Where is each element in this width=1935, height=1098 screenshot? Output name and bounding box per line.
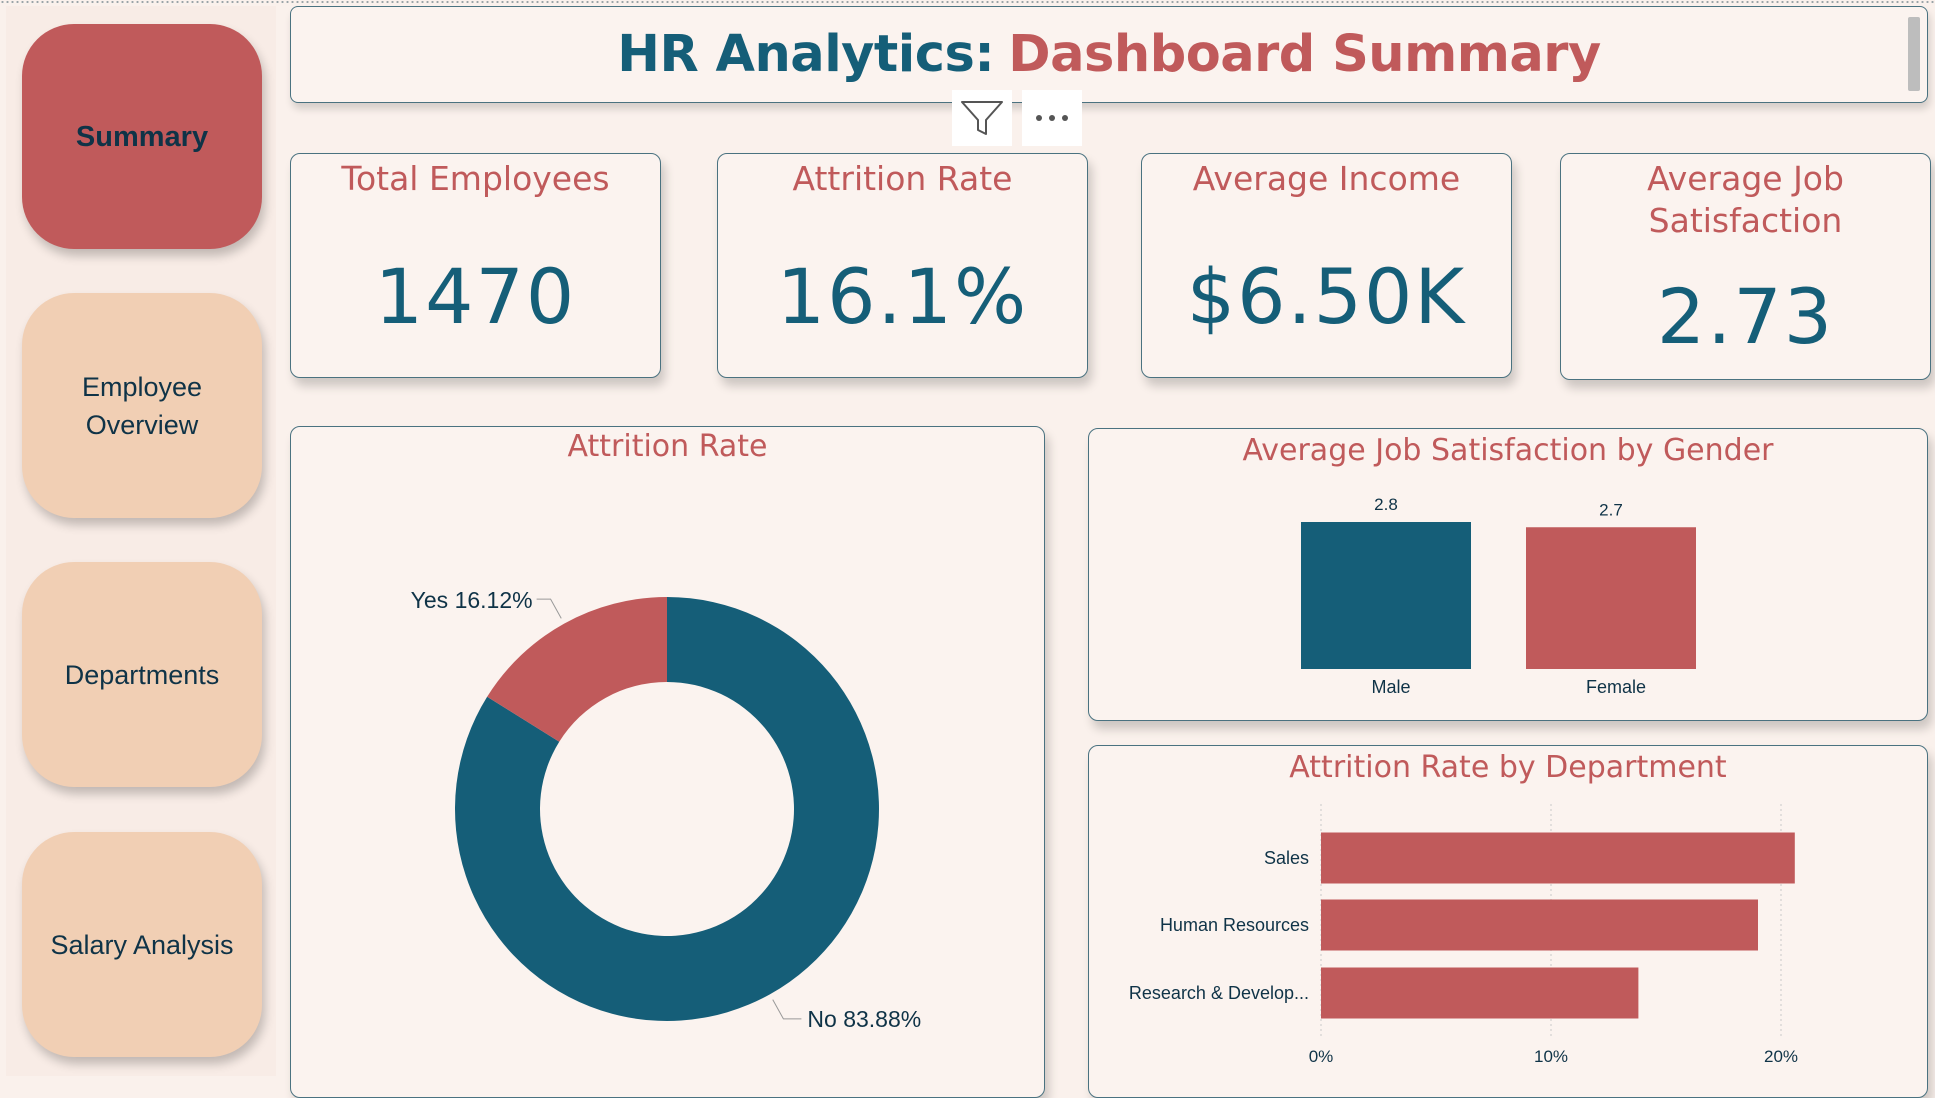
- page-title-main: Dashboard Summary: [1008, 25, 1601, 84]
- nav-button-summary[interactable]: Summary: [22, 24, 262, 249]
- top-dotted-border: [0, 0, 1935, 4]
- department-attrition-panel: Attrition Rate by Department 0% 10% 20% Sal…: [1088, 745, 1928, 1098]
- chart-title: Attrition Rate by Department: [1289, 750, 1727, 785]
- kpi-value: $6.50K: [1186, 252, 1467, 341]
- nav-label: Departments: [64, 659, 220, 690]
- more-options-button[interactable]: [1022, 90, 1082, 146]
- kpi-title: Average Job Satisfaction: [1647, 159, 1844, 240]
- nav-button-salary-analysis[interactable]: Salary Analysis: [22, 832, 262, 1057]
- gender-bar-chart: 2.8 Male 2.7 Female: [1301, 495, 1696, 697]
- visual-header-toolbar: [952, 90, 1082, 146]
- dept-xtick-label: 0%: [1309, 1047, 1334, 1066]
- donut-chart: Yes 16.12% No 83.88%: [411, 587, 922, 1032]
- gender-category-label: Female: [1586, 677, 1646, 697]
- nav-label: Salary Analysis: [50, 929, 234, 960]
- department-bar-chart: 0% 10% 20% Sales Human Resources Research & D…: [1129, 804, 1798, 1066]
- kpi-card-attrition-rate: Attrition Rate 16.1%: [717, 153, 1088, 378]
- kpi-title: Average Income: [1192, 159, 1461, 198]
- nav-button-departments[interactable]: Departments: [22, 562, 262, 787]
- kpi-value: 1470: [374, 252, 577, 341]
- dept-xtick-label: 10%: [1534, 1047, 1568, 1066]
- kpi-value: 2.73: [1656, 272, 1835, 361]
- sidebar: Summary Employee Overview Departments Sa…: [6, 6, 276, 1076]
- attrition-donut-panel: Attrition Rate Yes 16.12% No 83.88%: [290, 426, 1045, 1098]
- dept-xtick-label: 20%: [1764, 1047, 1798, 1066]
- dept-category-label: Sales: [1264, 848, 1309, 868]
- more-options-icon: [1036, 115, 1068, 121]
- chart-title: Average Job Satisfaction by Gender: [1242, 433, 1774, 468]
- donut-label-yes: Yes 16.12%: [411, 587, 533, 613]
- gender-satisfaction-panel: Average Job Satisfaction by Gender 2.8 Ma…: [1088, 428, 1928, 721]
- gender-bar-female: [1526, 527, 1696, 669]
- kpi-card-average-income: Average Income $6.50K: [1141, 153, 1512, 378]
- filter-button[interactable]: [952, 90, 1012, 146]
- dept-bar: [1321, 832, 1795, 884]
- nav-label: Summary: [75, 120, 209, 153]
- filter-icon: [961, 101, 1003, 135]
- donut-leader-yes: [536, 598, 562, 619]
- gender-bar-value-label: 2.7: [1599, 500, 1623, 519]
- kpi-card-average-job-satisfaction: Average Job Satisfaction 2.73: [1560, 153, 1931, 380]
- nav-button-employee-overview[interactable]: Employee Overview: [22, 293, 262, 518]
- kpi-title: Total Employees: [341, 159, 610, 198]
- page-title-prefix: HR Analytics:: [617, 25, 995, 84]
- nav-label: Employee Overview: [81, 371, 203, 440]
- scrollbar-thumb[interactable]: [1908, 17, 1920, 91]
- dept-bar: [1321, 967, 1639, 1019]
- donut-leader-no: [772, 999, 802, 1020]
- dept-category-label: Human Resources: [1160, 915, 1309, 935]
- kpi-title: Attrition Rate: [792, 159, 1013, 198]
- page-title-bar: HR Analytics: Dashboard Summary: [290, 6, 1928, 103]
- donut-label-no: No 83.88%: [807, 1006, 921, 1032]
- gender-category-label: Male: [1371, 677, 1410, 697]
- gender-bar-male: [1301, 522, 1471, 669]
- dept-category-label: Research & Develop...: [1129, 983, 1309, 1003]
- dept-bar: [1321, 899, 1758, 951]
- kpi-value: 16.1%: [776, 252, 1029, 341]
- kpi-card-total-employees: Total Employees 1470: [290, 153, 661, 378]
- gender-bar-value-label: 2.8: [1374, 495, 1398, 514]
